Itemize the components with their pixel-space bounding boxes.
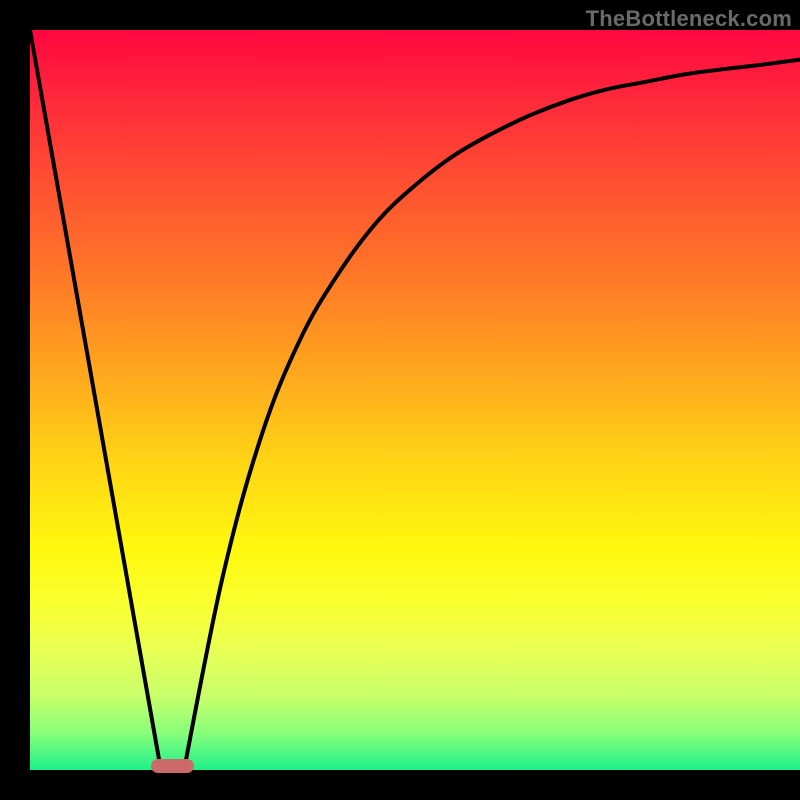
bottleneck-marker (151, 759, 193, 773)
curve-left-limb (30, 30, 161, 770)
curves-svg (30, 30, 800, 770)
watermark-text: TheBottleneck.com (586, 6, 792, 32)
chart-frame: TheBottleneck.com (0, 0, 800, 800)
plot-area (30, 30, 800, 770)
curve-right-limb (184, 60, 800, 770)
